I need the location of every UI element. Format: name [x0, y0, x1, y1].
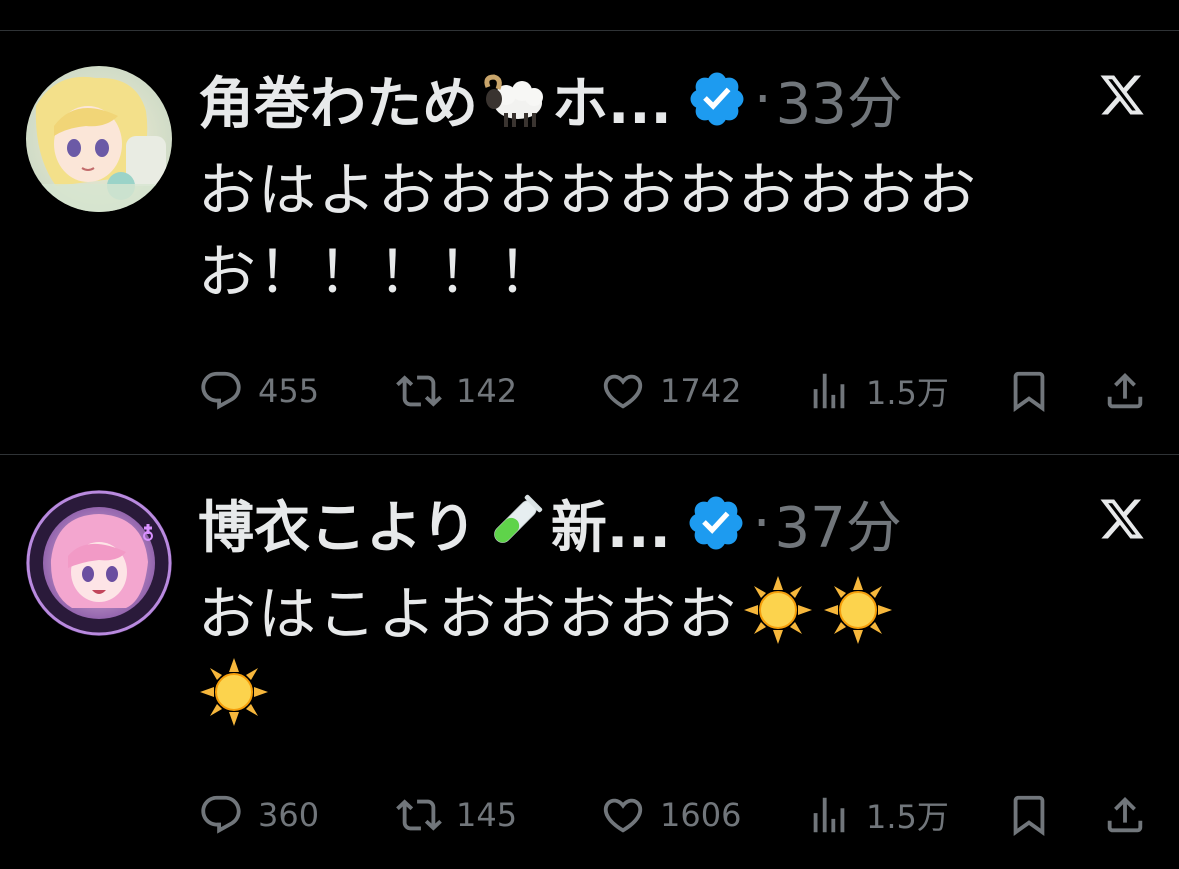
author-name-truncated: 新...	[550, 495, 671, 561]
timestamp[interactable]: 33分	[776, 59, 903, 140]
bookmark-button[interactable]	[1006, 785, 1052, 845]
tweet-actions: 360 145 1606 1.5万	[198, 785, 1158, 845]
timestamp[interactable]: 37分	[775, 483, 902, 564]
x-logo-icon	[1098, 495, 1146, 543]
share-button[interactable]	[1102, 785, 1148, 845]
bookmark-icon	[1013, 795, 1045, 836]
reply-count: 360	[258, 796, 320, 834]
retweet-button[interactable]: 142	[396, 361, 517, 421]
tweet-actions: 455 142 1742 1.5万	[198, 361, 1158, 421]
author-name-truncated: ホ...	[552, 71, 672, 137]
heart-icon	[603, 374, 643, 409]
bookmark-button[interactable]	[1006, 361, 1052, 421]
tweet-text-body: おはこよおおおおお	[198, 580, 739, 648]
author-name[interactable]: 博衣こより	[198, 483, 477, 564]
tweet-text-body: おはよおおおおおおおおおおお！！！！！	[198, 156, 979, 306]
verified-badge-icon	[685, 492, 747, 554]
retweet-button[interactable]: 145	[396, 785, 517, 845]
views-chart-icon	[813, 797, 845, 833]
views-count: 1.5万	[866, 374, 949, 412]
separator-dot: ·	[752, 490, 771, 556]
reply-icon	[201, 371, 241, 410]
reply-icon	[201, 795, 241, 834]
sun-emoji-icon	[198, 656, 270, 728]
views-chart-icon	[813, 373, 845, 409]
views-button[interactable]: 1.5万	[806, 361, 949, 421]
ram-emoji-icon	[480, 67, 550, 131]
views-count: 1.5万	[866, 798, 949, 836]
retweet-count: 142	[456, 372, 518, 410]
tweet-header: 角巻わため ホ... · 33分	[198, 59, 903, 139]
tweet-header: 博衣こより 新... · 37分	[198, 483, 902, 563]
share-button[interactable]	[1102, 361, 1148, 421]
author-name[interactable]: 角巻わため	[198, 59, 478, 140]
tweet[interactable]: 博衣こより 新... · 37分 おはこよおおおおお 360 145 1606 …	[0, 455, 1179, 869]
share-icon	[1107, 372, 1143, 409]
reply-button[interactable]: 360	[198, 785, 319, 845]
tweet-text: おはこよおおおおお	[198, 573, 1138, 737]
retweet-icon	[396, 375, 442, 407]
like-button[interactable]: 1606	[600, 785, 741, 845]
reply-button[interactable]: 455	[198, 361, 319, 421]
test-tube-emoji-icon	[479, 491, 549, 555]
tweet-text: おはよおおおおおおおおおおお！！！！！	[198, 149, 1138, 313]
heart-icon	[603, 798, 643, 833]
x-logo-icon	[1098, 71, 1146, 119]
avatar[interactable]	[26, 490, 172, 636]
like-button[interactable]: 1742	[600, 361, 741, 421]
verified-badge-icon	[686, 68, 748, 130]
share-icon	[1107, 796, 1143, 833]
sun-emoji-icon	[822, 574, 894, 646]
avatar[interactable]	[26, 66, 172, 212]
like-count: 1742	[660, 372, 742, 410]
like-count: 1606	[660, 796, 742, 834]
retweet-icon	[396, 799, 442, 831]
retweet-count: 145	[456, 796, 518, 834]
views-button[interactable]: 1.5万	[806, 785, 949, 845]
sun-emoji-icon	[742, 574, 814, 646]
tweet[interactable]: 角巻わため ホ... · 33分 おはよおおおおおおおおおおお！！！！！ 455…	[0, 31, 1179, 455]
separator-dot: ·	[753, 66, 772, 132]
bookmark-icon	[1013, 371, 1045, 412]
reply-count: 455	[258, 372, 320, 410]
